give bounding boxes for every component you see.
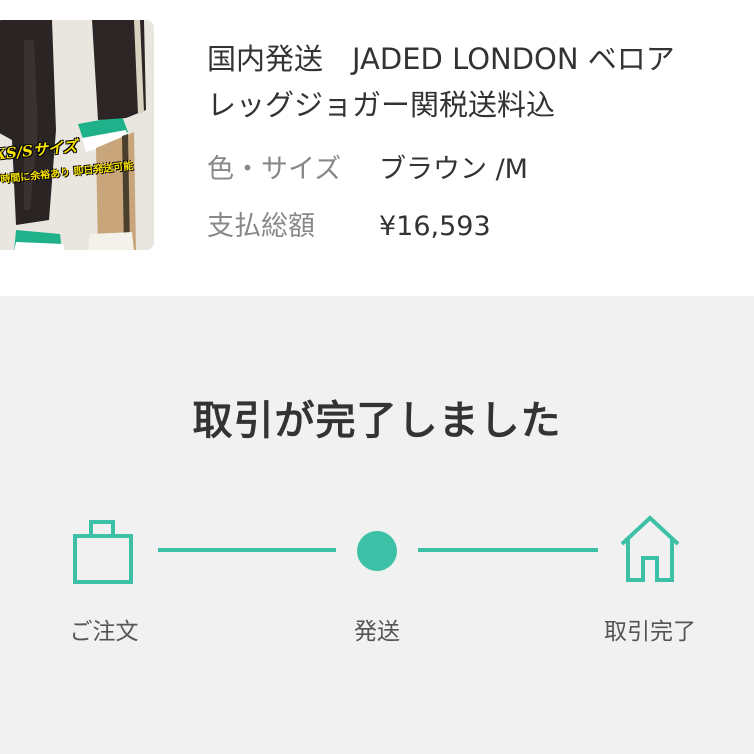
house-icon <box>618 512 682 588</box>
transaction-screen: XS/Sサイズ 時間に余裕あり 即日発送可能 国内発送 JADED LONDON… <box>0 0 754 754</box>
dot-icon <box>356 530 398 576</box>
total-label: 支払総額 <box>207 211 315 242</box>
step-label-order: ご注文 <box>69 619 139 645</box>
step-connector-2 <box>418 548 598 552</box>
product-title-line-2: レッグジョガー関税送料込 <box>207 88 556 122</box>
product-card[interactable]: XS/Sサイズ 時間に余裕あり 即日発送可能 国内発送 JADED LONDON… <box>0 0 754 296</box>
total-value: ¥16,593 <box>379 211 491 242</box>
variant-label: 色・サイズ <box>207 154 342 185</box>
step-label-complete: 取引完了 <box>604 619 696 645</box>
variant-value: ブラウン /M <box>379 154 528 185</box>
total-row: 支払総額 ¥16,593 <box>207 207 491 247</box>
product-title[interactable]: 国内発送 JADED LONDON ベロア レッグジョガー関税送料込 <box>207 36 754 128</box>
product-thumbnail[interactable]: XS/Sサイズ 時間に余裕あり 即日発送可能 <box>0 20 154 250</box>
step-label-shipping: 発送 <box>354 619 400 645</box>
shopping-bag-icon <box>72 514 134 590</box>
product-title-line-1: 国内発送 JADED LONDON ベロア <box>207 42 675 76</box>
status-title: 取引が完了しました <box>192 398 562 444</box>
variant-row: 色・サイズ ブラウン /M <box>207 150 528 190</box>
step-connector-1 <box>158 548 336 552</box>
